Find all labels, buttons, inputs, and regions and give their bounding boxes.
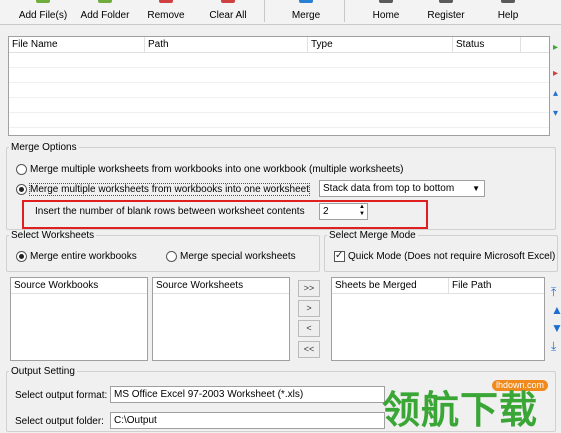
register-button[interactable]: Register — [420, 0, 472, 22]
stack-mode-select[interactable]: Stack data from top to bottom ▼ — [319, 180, 485, 197]
toolbar: Add File(s) Add Folder Remove Clear All … — [0, 0, 561, 25]
merge-icon — [299, 0, 313, 3]
output-folder-label: Select output folder: — [15, 416, 104, 427]
clear-all-label: Clear All — [209, 10, 247, 21]
home-icon — [379, 0, 393, 3]
add-folder-icon — [98, 0, 112, 3]
merge-option-one-worksheet[interactable]: Merge multiple worksheets from workbooks… — [16, 183, 311, 196]
move-top-icon[interactable]: ⤒ — [551, 285, 556, 300]
remove-button[interactable]: Remove — [140, 0, 192, 22]
merge-entire-workbooks[interactable]: Merge entire workbooks — [16, 250, 137, 263]
output-setting-legend: Output Setting — [11, 366, 75, 377]
register-label: Register — [427, 10, 465, 21]
add-arrow-icon[interactable]: ▸ — [553, 42, 558, 53]
quick-mode-check[interactable] — [334, 249, 345, 262]
stack-mode-value: Stack data from top to bottom — [323, 183, 455, 194]
move-all-left-button[interactable]: << — [298, 341, 320, 358]
move-bottom-icon[interactable]: ⤓ — [551, 339, 556, 354]
list-item — [9, 113, 549, 128]
clear-all-button[interactable]: Clear All — [202, 0, 254, 22]
move-down-icon[interactable]: ▾ — [553, 108, 558, 119]
remove-icon — [159, 0, 173, 3]
blank-rows-stepper[interactable]: 2 ▲ ▼ — [319, 203, 368, 220]
source-worksheets-header: Source Worksheets — [156, 280, 244, 291]
move-down-icon[interactable]: ▼ — [551, 321, 561, 335]
file-path-header: File Path — [452, 280, 492, 291]
help-button[interactable]: Help — [486, 0, 530, 22]
watermark: lhdown.com 领航下载 — [380, 378, 561, 433]
help-label: Help — [497, 10, 519, 21]
quick-mode-label: Quick Mode (Does not require Microsoft E… — [348, 251, 556, 262]
merge-label: Merge — [291, 10, 321, 21]
list-item — [9, 68, 549, 83]
add-files-button[interactable]: Add File(s) — [12, 0, 74, 22]
blank-rows-value: 2 — [323, 206, 329, 217]
source-workbooks-list[interactable]: Source Workbooks — [10, 277, 148, 361]
add-files-icon — [36, 0, 50, 3]
add-folder-button[interactable]: Add Folder — [76, 0, 134, 22]
select-merge-mode-legend: Select Merge Mode — [329, 230, 416, 241]
column-path[interactable]: Path — [145, 37, 308, 52]
column-status[interactable]: Status — [453, 37, 521, 52]
chevron-down-icon: ▼ — [472, 184, 480, 193]
radio-special[interactable] — [166, 250, 177, 262]
merge-button[interactable]: Merge — [282, 0, 330, 22]
radio-option1[interactable] — [16, 163, 27, 175]
file-list-header: File Name Path Type Status — [9, 37, 549, 53]
option2-label: Merge multiple worksheets from workbooks… — [28, 183, 311, 196]
help-icon — [501, 0, 515, 3]
source-worksheets-list[interactable]: Source Worksheets — [152, 277, 290, 361]
register-icon — [439, 0, 453, 3]
column-type[interactable]: Type — [308, 37, 453, 52]
add-folder-label: Add Folder — [80, 10, 130, 21]
move-all-right-button[interactable]: >> — [298, 280, 320, 297]
select-worksheets-legend: Select Worksheets — [11, 230, 95, 241]
entire-label: Merge entire workbooks — [30, 251, 137, 262]
remove-arrow-icon[interactable]: ▸ — [553, 68, 558, 79]
radio-entire[interactable] — [16, 250, 27, 262]
source-workbooks-header: Source Workbooks — [14, 280, 99, 291]
list-item — [9, 83, 549, 98]
list-item — [9, 53, 549, 68]
clear-all-icon — [221, 0, 235, 3]
list-item — [9, 98, 549, 113]
toolbar-separator — [264, 0, 265, 22]
move-right-button[interactable]: > — [298, 300, 320, 317]
add-files-label: Add File(s) — [18, 10, 68, 21]
merge-special-worksheets[interactable]: Merge special worksheets — [166, 250, 296, 263]
file-list[interactable]: File Name Path Type Status — [8, 36, 550, 136]
merge-options-legend: Merge Options — [11, 142, 77, 153]
sheets-merged-list[interactable]: Sheets be Merged File Path — [331, 277, 545, 361]
output-folder-input[interactable]: C:\Output — [110, 412, 385, 429]
output-format-value: MS Office Excel 97-2003 Worksheet (*.xls… — [114, 389, 304, 400]
output-folder-value: C:\Output — [114, 415, 157, 426]
special-label: Merge special worksheets — [180, 251, 296, 262]
home-label: Home — [372, 10, 400, 21]
move-left-button[interactable]: < — [298, 320, 320, 337]
watermark-text: 领航下载 — [382, 388, 539, 432]
output-format-select[interactable]: MS Office Excel 97-2003 Worksheet (*.xls… — [110, 386, 385, 403]
radio-option2[interactable] — [16, 183, 27, 195]
move-up-icon[interactable]: ▴ — [553, 88, 558, 99]
remove-label: Remove — [147, 10, 185, 21]
stepper-arrows-icon[interactable]: ▲ ▼ — [359, 204, 365, 218]
blank-rows-label: Insert the number of blank rows between … — [35, 206, 305, 217]
toolbar-separator — [344, 0, 345, 22]
home-button[interactable]: Home — [362, 0, 410, 22]
column-file-name[interactable]: File Name — [9, 37, 145, 52]
option1-label: Merge multiple worksheets from workbooks… — [30, 164, 404, 175]
output-format-label: Select output format: — [15, 390, 108, 401]
merge-option-multiple-worksheets[interactable]: Merge multiple worksheets from workbooks… — [16, 163, 403, 176]
move-up-icon[interactable]: ▲ — [551, 303, 561, 317]
sheets-merged-header: Sheets be Merged — [332, 278, 449, 293]
quick-mode-checkbox[interactable]: Quick Mode (Does not require Microsoft E… — [334, 249, 556, 263]
